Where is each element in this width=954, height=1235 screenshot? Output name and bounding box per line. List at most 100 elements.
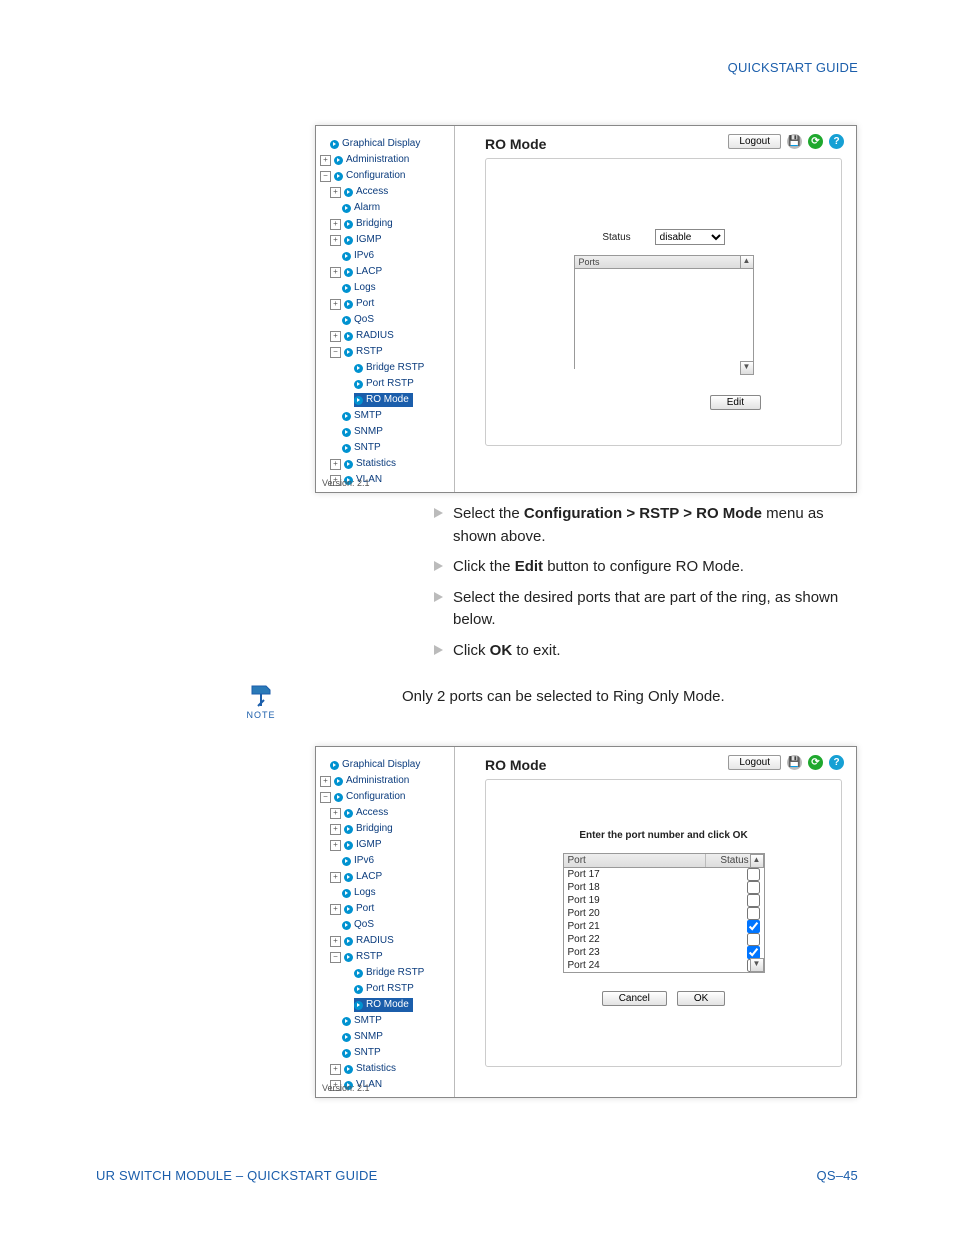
expand-icon[interactable]: + [330, 1064, 341, 1075]
content-panel: Status disable Ports ▲ ▼ Edit [485, 158, 842, 446]
tree-configuration[interactable]: −Configuration [320, 789, 450, 805]
tree-sntp[interactable]: SNTP [320, 1045, 450, 1061]
tree-lacp[interactable]: +LACP [320, 869, 450, 885]
expand-icon[interactable]: + [330, 808, 341, 819]
tree-port[interactable]: +Port [320, 296, 450, 312]
bullet-icon [354, 1001, 363, 1010]
logout-button[interactable]: Logout [728, 755, 781, 770]
tree-lacp[interactable]: +LACP [320, 264, 450, 280]
tree-logs[interactable]: Logs [320, 280, 450, 296]
tree-ipv6[interactable]: IPv6 [320, 853, 450, 869]
port-checkbox[interactable] [747, 894, 760, 907]
tree-administration[interactable]: +Administration [320, 152, 450, 168]
status-select[interactable]: disable [655, 229, 725, 245]
expand-icon[interactable]: + [330, 459, 341, 470]
tree-smtp[interactable]: SMTP [320, 1013, 450, 1029]
port-checkbox[interactable] [747, 881, 760, 894]
expand-icon[interactable]: + [330, 936, 341, 947]
collapse-icon[interactable]: − [320, 792, 331, 803]
expand-icon[interactable]: + [330, 331, 341, 342]
expand-icon[interactable]: + [330, 824, 341, 835]
tree-statistics[interactable]: +Statistics [320, 456, 450, 472]
bullet-icon [344, 841, 353, 850]
tree-rstp[interactable]: −RSTP [320, 949, 450, 965]
tree-ro-mode[interactable]: RO Mode [320, 392, 450, 408]
tree-qos[interactable]: QoS [320, 312, 450, 328]
expand-icon[interactable]: + [330, 187, 341, 198]
refresh-icon[interactable]: ⟳ [808, 755, 823, 770]
tree-smtp[interactable]: SMTP [320, 408, 450, 424]
save-icon[interactable]: 💾 [787, 755, 802, 770]
expand-icon[interactable]: + [330, 840, 341, 851]
tree-sntp[interactable]: SNTP [320, 440, 450, 456]
bullet-icon [344, 300, 353, 309]
tree-administration[interactable]: +Administration [320, 773, 450, 789]
save-icon[interactable]: 💾 [787, 134, 802, 149]
tree-igmp[interactable]: +IGMP [320, 232, 450, 248]
tree-snmp[interactable]: SNMP [320, 424, 450, 440]
expand-icon[interactable]: + [330, 219, 341, 230]
bullet-icon [344, 268, 353, 277]
refresh-icon[interactable]: ⟳ [808, 134, 823, 149]
bullet-icon [344, 905, 353, 914]
logout-button[interactable]: Logout [728, 134, 781, 149]
tree-radius[interactable]: +RADIUS [320, 328, 450, 344]
port-checkbox[interactable] [747, 933, 760, 946]
scroll-down-icon[interactable]: ▼ [750, 958, 764, 972]
bullet-icon [354, 380, 363, 389]
bullet-icon [330, 761, 339, 770]
bullet-icon [342, 857, 351, 866]
ok-button[interactable]: OK [677, 991, 725, 1006]
scroll-down-icon[interactable]: ▼ [740, 361, 754, 375]
table-row: Port 22 [564, 933, 764, 946]
tree-bridge-rstp[interactable]: Bridge RSTP [320, 965, 450, 981]
tree-igmp[interactable]: +IGMP [320, 837, 450, 853]
cancel-button[interactable]: Cancel [602, 991, 667, 1006]
expand-icon[interactable]: + [330, 872, 341, 883]
tree-alarm[interactable]: Alarm [320, 200, 450, 216]
tree-access[interactable]: +Access [320, 805, 450, 821]
expand-icon[interactable]: + [320, 776, 331, 787]
tree-qos[interactable]: QoS [320, 917, 450, 933]
scroll-up-icon[interactable]: ▲ [750, 854, 764, 868]
bullet-icon [344, 460, 353, 469]
tree-graphical-display[interactable]: Graphical Display [320, 136, 450, 152]
port-checkbox[interactable] [747, 920, 760, 933]
expand-icon[interactable]: + [320, 155, 331, 166]
tree-snmp[interactable]: SNMP [320, 1029, 450, 1045]
collapse-icon[interactable]: − [320, 171, 331, 182]
port-checkbox[interactable] [747, 907, 760, 920]
bullet-icon [334, 156, 343, 165]
tree-ipv6[interactable]: IPv6 [320, 248, 450, 264]
edit-button[interactable]: Edit [710, 395, 761, 410]
expand-icon[interactable]: + [330, 904, 341, 915]
collapse-icon[interactable]: − [330, 347, 341, 358]
port-checkbox[interactable] [747, 868, 760, 881]
bullet-icon [334, 793, 343, 802]
ports-listbox[interactable]: Ports ▲ ▼ [574, 255, 754, 375]
tree-port[interactable]: +Port [320, 901, 450, 917]
tree-bridge-rstp[interactable]: Bridge RSTP [320, 360, 450, 376]
bullet-icon [344, 236, 353, 245]
tree-radius[interactable]: +RADIUS [320, 933, 450, 949]
expand-icon[interactable]: + [330, 235, 341, 246]
tree-access[interactable]: +Access [320, 184, 450, 200]
tree-graphical-display[interactable]: Graphical Display [320, 757, 450, 773]
tree-statistics[interactable]: +Statistics [320, 1061, 450, 1077]
help-icon[interactable]: ? [829, 134, 844, 149]
tree-logs[interactable]: Logs [320, 885, 450, 901]
scroll-up-icon[interactable]: ▲ [740, 255, 754, 269]
expand-icon[interactable]: + [330, 267, 341, 278]
tree-ro-mode[interactable]: RO Mode [320, 997, 450, 1013]
tree-bridging[interactable]: +Bridging [320, 821, 450, 837]
tree-port-rstp[interactable]: Port RSTP [320, 981, 450, 997]
help-icon[interactable]: ? [829, 755, 844, 770]
tree-configuration[interactable]: −Configuration [320, 168, 450, 184]
expand-icon[interactable]: + [330, 299, 341, 310]
screenshot-ro-mode-view: Graphical Display +Administration −Confi… [315, 125, 857, 493]
bullet-icon [344, 825, 353, 834]
tree-port-rstp[interactable]: Port RSTP [320, 376, 450, 392]
collapse-icon[interactable]: − [330, 952, 341, 963]
tree-bridging[interactable]: +Bridging [320, 216, 450, 232]
tree-rstp[interactable]: −RSTP [320, 344, 450, 360]
